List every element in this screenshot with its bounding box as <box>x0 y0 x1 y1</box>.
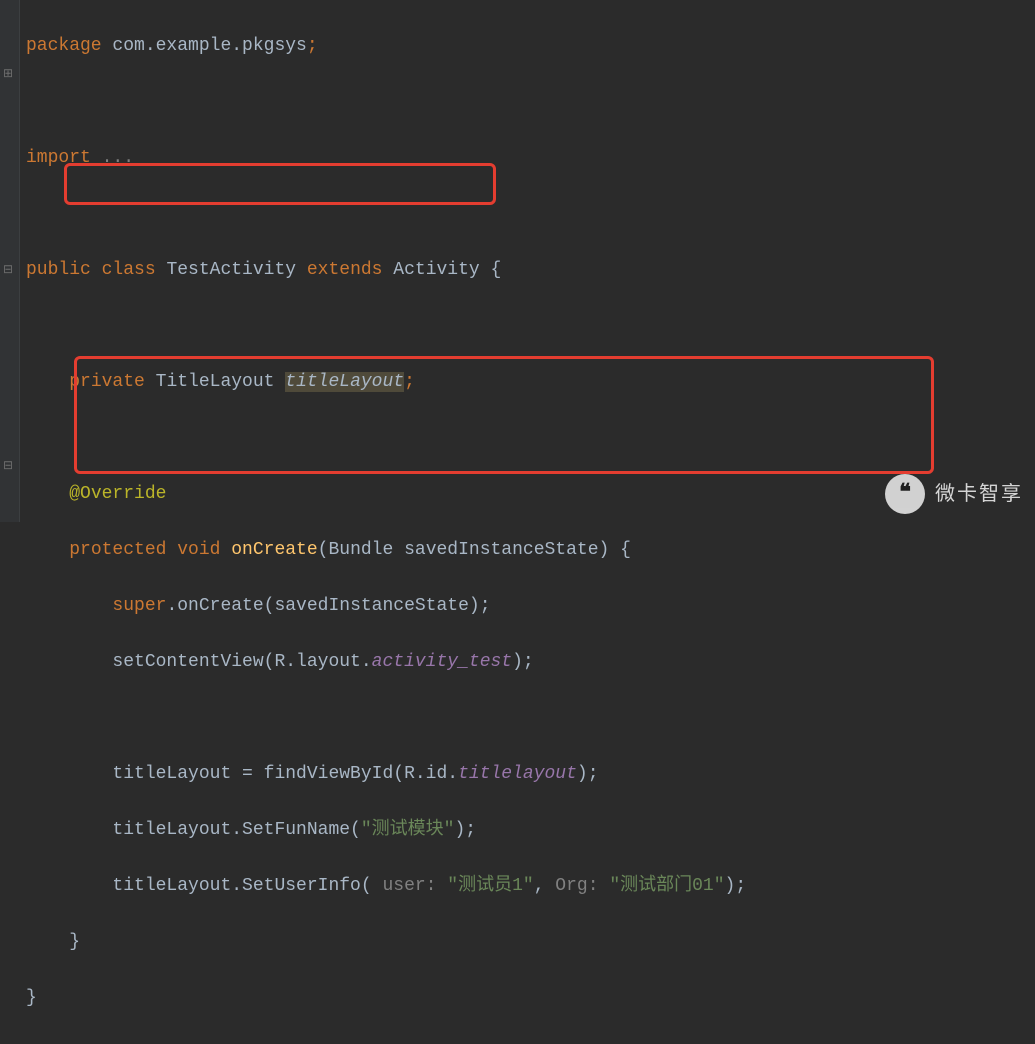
code-line <box>26 704 1035 732</box>
code-line: } <box>26 928 1035 956</box>
code-area[interactable]: package com.example.pkgsys; import ... p… <box>20 0 1035 522</box>
editor-gutter: ⊞ ⊟ ⊟ <box>0 0 20 522</box>
code-line: @Override <box>26 480 1035 508</box>
wechat-icon: ❝ <box>885 474 925 514</box>
code-line <box>26 88 1035 116</box>
code-line <box>26 424 1035 452</box>
fold-expand-icon[interactable]: ⊞ <box>2 68 14 80</box>
code-line: import ... <box>26 144 1035 172</box>
fold-collapse-icon[interactable]: ⊟ <box>2 264 14 276</box>
code-line: package com.example.pkgsys; <box>26 32 1035 60</box>
fold-collapse-icon[interactable]: ⊟ <box>2 460 14 472</box>
watermark: ❝ 微卡智享 <box>885 474 1023 514</box>
code-editor[interactable]: ⊞ ⊟ ⊟ package com.example.pkgsys; import… <box>0 0 1035 522</box>
code-line: } <box>26 984 1035 1012</box>
code-line <box>26 312 1035 340</box>
watermark-text: 微卡智享 <box>935 480 1023 508</box>
code-line: private TitleLayout titleLayout; <box>26 368 1035 396</box>
code-line: titleLayout.SetFunName("测试模块"); <box>26 816 1035 844</box>
code-line: protected void onCreate(Bundle savedInst… <box>26 536 1035 564</box>
code-line: super.onCreate(savedInstanceState); <box>26 592 1035 620</box>
code-line <box>26 200 1035 228</box>
code-line: titleLayout.SetUserInfo( user: "测试员1", O… <box>26 872 1035 900</box>
code-line: public class TestActivity extends Activi… <box>26 256 1035 284</box>
code-line: setContentView(R.layout.activity_test); <box>26 648 1035 676</box>
code-line: titleLayout = findViewById(R.id.titlelay… <box>26 760 1035 788</box>
